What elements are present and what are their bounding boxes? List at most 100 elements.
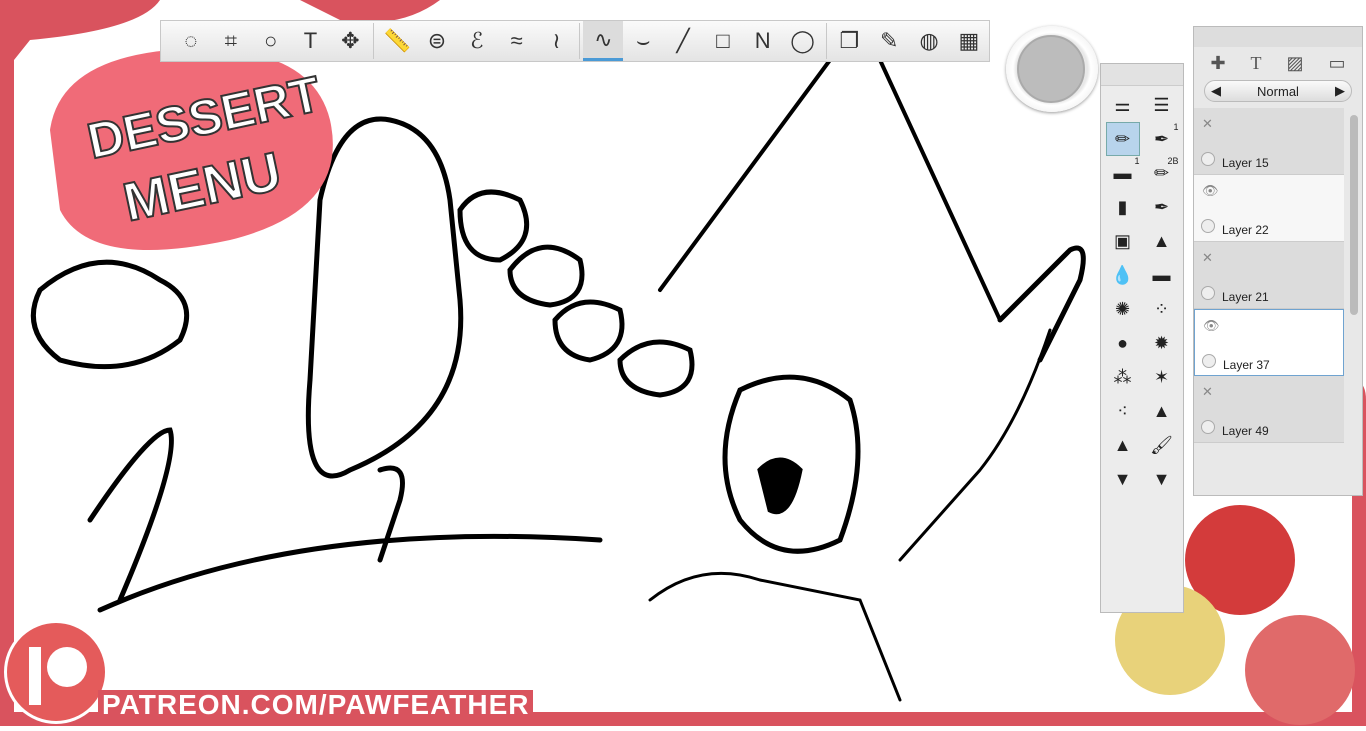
add-image-icon[interactable]: ▨ xyxy=(1287,53,1304,74)
polyline-icon[interactable]: Ν xyxy=(743,21,783,61)
brush-library-icon[interactable]: ✎ xyxy=(869,21,909,61)
ink-blot-icon[interactable]: ✶ xyxy=(1145,360,1179,394)
brush-size-badge: 2B xyxy=(1167,156,1179,166)
spatter-brush-icon[interactable]: ⁂ xyxy=(1106,360,1140,394)
eraser-brush-icon-glyph: ▬ xyxy=(1113,162,1132,183)
layer-item[interactable]: 👁 Layer 22 xyxy=(1194,175,1344,242)
layer-select-radio[interactable] xyxy=(1202,354,1216,368)
prev-blend-icon[interactable]: ◀ xyxy=(1211,83,1221,99)
brush-properties-icon-glyph: ⚌ xyxy=(1114,94,1131,115)
pencil-brush-icon[interactable]: ✏ xyxy=(1105,122,1140,156)
paintbrush-icon[interactable]: 🖌 xyxy=(1145,428,1179,462)
splatter-brush-icon-glyph: ✺ xyxy=(1114,298,1131,319)
zoom-icon[interactable]: ○ xyxy=(251,21,291,61)
copic-icon[interactable]: ▦ xyxy=(949,21,989,61)
french-curve-icon[interactable]: ℰ xyxy=(457,21,497,61)
transform-icon[interactable]: ✥ xyxy=(330,21,370,61)
layer-name: Layer 21 xyxy=(1222,290,1269,304)
water-drop-icon-glyph: 💧 xyxy=(1111,264,1134,285)
paint-bucket-icon-glyph: ▣ xyxy=(1113,230,1131,251)
curve-stroke-icon[interactable]: ⌣ xyxy=(623,21,663,61)
felt-tip-icon[interactable]: ▲ xyxy=(1106,428,1140,462)
symmetry-y-icon[interactable]: ≀ xyxy=(537,21,577,61)
layer-name: Layer 37 xyxy=(1223,358,1270,372)
hidden-icon[interactable]: ✕ xyxy=(1202,250,1213,266)
brush-properties-icon[interactable]: ⚌ xyxy=(1106,88,1140,122)
symmetry-x-icon[interactable]: ≈ xyxy=(497,21,537,61)
splash-brush-icon[interactable]: ✹ xyxy=(1145,326,1179,360)
brush-list-icon-glyph: ☰ xyxy=(1153,94,1170,115)
text-icon[interactable]: T xyxy=(291,21,331,61)
water-drop-icon[interactable]: 💧 xyxy=(1106,258,1140,292)
ruler-icon[interactable]: 📏 xyxy=(377,21,417,61)
chisel-brush-icon-glyph: ▲ xyxy=(1152,230,1171,251)
freehand-stroke-icon[interactable]: ∿ xyxy=(583,21,624,61)
layer-name: Layer 22 xyxy=(1222,223,1269,237)
airbrush-icon[interactable]: ▮ xyxy=(1106,190,1140,224)
main-toolbar: ◌ ⌗ ○ T ✥ 📏 ⊜ ℰ ≈ ≀ ∿ ⌣ ╱ □ Ν ◯ ❐ ✎ ◍ ▦ xyxy=(160,20,990,62)
line-icon[interactable]: ╱ xyxy=(663,21,703,61)
brush-palette-header[interactable] xyxy=(1101,64,1183,86)
hidden-icon[interactable]: ✕ xyxy=(1202,384,1213,400)
block-eraser-icon[interactable]: ▬ xyxy=(1145,258,1179,292)
toolbar-separator xyxy=(373,23,375,59)
layer-editor-header[interactable] xyxy=(1194,27,1362,47)
speckle-brush-icon[interactable]: ⁖ xyxy=(1106,394,1140,428)
eraser-brush-icon[interactable]: ▬ 1 xyxy=(1106,156,1140,190)
toolbar-separator xyxy=(579,23,581,59)
dots-brush-icon[interactable]: ⁘ xyxy=(1145,292,1179,326)
toolbar-separator xyxy=(825,23,827,59)
fan-brush-icon[interactable]: ▼ xyxy=(1145,462,1179,496)
next-blend-icon[interactable]: ▶ xyxy=(1335,83,1345,99)
ellipse-guide-icon[interactable]: ⊜ xyxy=(417,21,457,61)
brush-list-icon[interactable]: ☰ xyxy=(1145,88,1179,122)
splash-brush-icon-glyph: ✹ xyxy=(1153,332,1170,353)
lasso-icon[interactable]: ◌ xyxy=(171,21,211,61)
layer-item[interactable]: ✕ Layer 15 xyxy=(1194,108,1344,175)
spatter-brush-icon-glyph: ⁂ xyxy=(1113,366,1132,387)
layer-select-radio[interactable] xyxy=(1201,219,1215,233)
add-layer-icon[interactable]: ✚ xyxy=(1210,53,1225,74)
flat-brush-icon-glyph: ▼ xyxy=(1113,468,1132,489)
block-eraser-icon-glyph: ▬ xyxy=(1152,264,1171,285)
marker-brush-icon[interactable]: ▲ xyxy=(1145,394,1179,428)
pen-brush-icon[interactable]: ✒ 1 xyxy=(1145,122,1179,156)
hidden-icon[interactable]: ✕ xyxy=(1202,116,1213,132)
crop-icon[interactable]: ⌗ xyxy=(211,21,251,61)
ink-pen-icon[interactable]: ✒ xyxy=(1145,190,1179,224)
layer-name: Layer 49 xyxy=(1222,424,1269,438)
layer-scrollbar[interactable] xyxy=(1350,115,1358,315)
brush-size-badge: 1 xyxy=(1134,156,1140,166)
layer-item[interactable]: ✕ Layer 49 xyxy=(1194,376,1344,443)
chisel-brush-icon[interactable]: ▲ xyxy=(1145,224,1179,258)
splatter-brush-icon[interactable]: ✺ xyxy=(1106,292,1140,326)
add-text-icon[interactable]: T xyxy=(1251,53,1262,74)
layer-select-radio[interactable] xyxy=(1201,286,1215,300)
layers-icon[interactable]: ❐ xyxy=(830,21,870,61)
rectangle-icon[interactable]: □ xyxy=(703,21,743,61)
color-wheel-icon[interactable]: ◍ xyxy=(909,21,949,61)
eye-icon[interactable]: 👁 xyxy=(1203,318,1220,334)
pencil-2b-icon[interactable]: ✏ 2B xyxy=(1145,156,1179,190)
ellipse-icon[interactable]: ◯ xyxy=(783,21,823,61)
ink-pen-icon-glyph: ✒ xyxy=(1153,196,1170,217)
layer-name: Layer 15 xyxy=(1222,156,1269,170)
layer-item[interactable]: 👁 Layer 37 xyxy=(1194,309,1344,376)
clear-layer-icon[interactable]: ▭ xyxy=(1329,53,1346,74)
paint-bucket-icon[interactable]: ▣ xyxy=(1106,224,1140,258)
lagoon-puck[interactable] xyxy=(1006,26,1098,112)
dots-brush-icon-glyph: ⁘ xyxy=(1153,298,1170,319)
blend-mode-selector[interactable]: ◀ Normal ▶ xyxy=(1204,80,1352,102)
layer-select-radio[interactable] xyxy=(1201,420,1215,434)
fan-brush-icon-glyph: ▼ xyxy=(1152,468,1171,489)
airbrush-icon-glyph: ▮ xyxy=(1117,196,1128,217)
flat-brush-icon[interactable]: ▼ xyxy=(1106,462,1140,496)
character-avatar xyxy=(1245,615,1355,725)
marker-brush-icon-glyph: ▲ xyxy=(1152,400,1171,421)
layer-select-radio[interactable] xyxy=(1201,152,1215,166)
layer-editor: ✚ T ▨ ▭ ◀ Normal ▶ ✕ Layer 15 👁 Layer 22 ✕ La… xyxy=(1193,26,1363,496)
eye-icon[interactable]: 👁 xyxy=(1202,183,1219,199)
layer-item[interactable]: ✕ Layer 21 xyxy=(1194,242,1344,309)
color-puck[interactable] xyxy=(1017,35,1085,103)
blot-brush-icon[interactable]: ● xyxy=(1106,326,1140,360)
